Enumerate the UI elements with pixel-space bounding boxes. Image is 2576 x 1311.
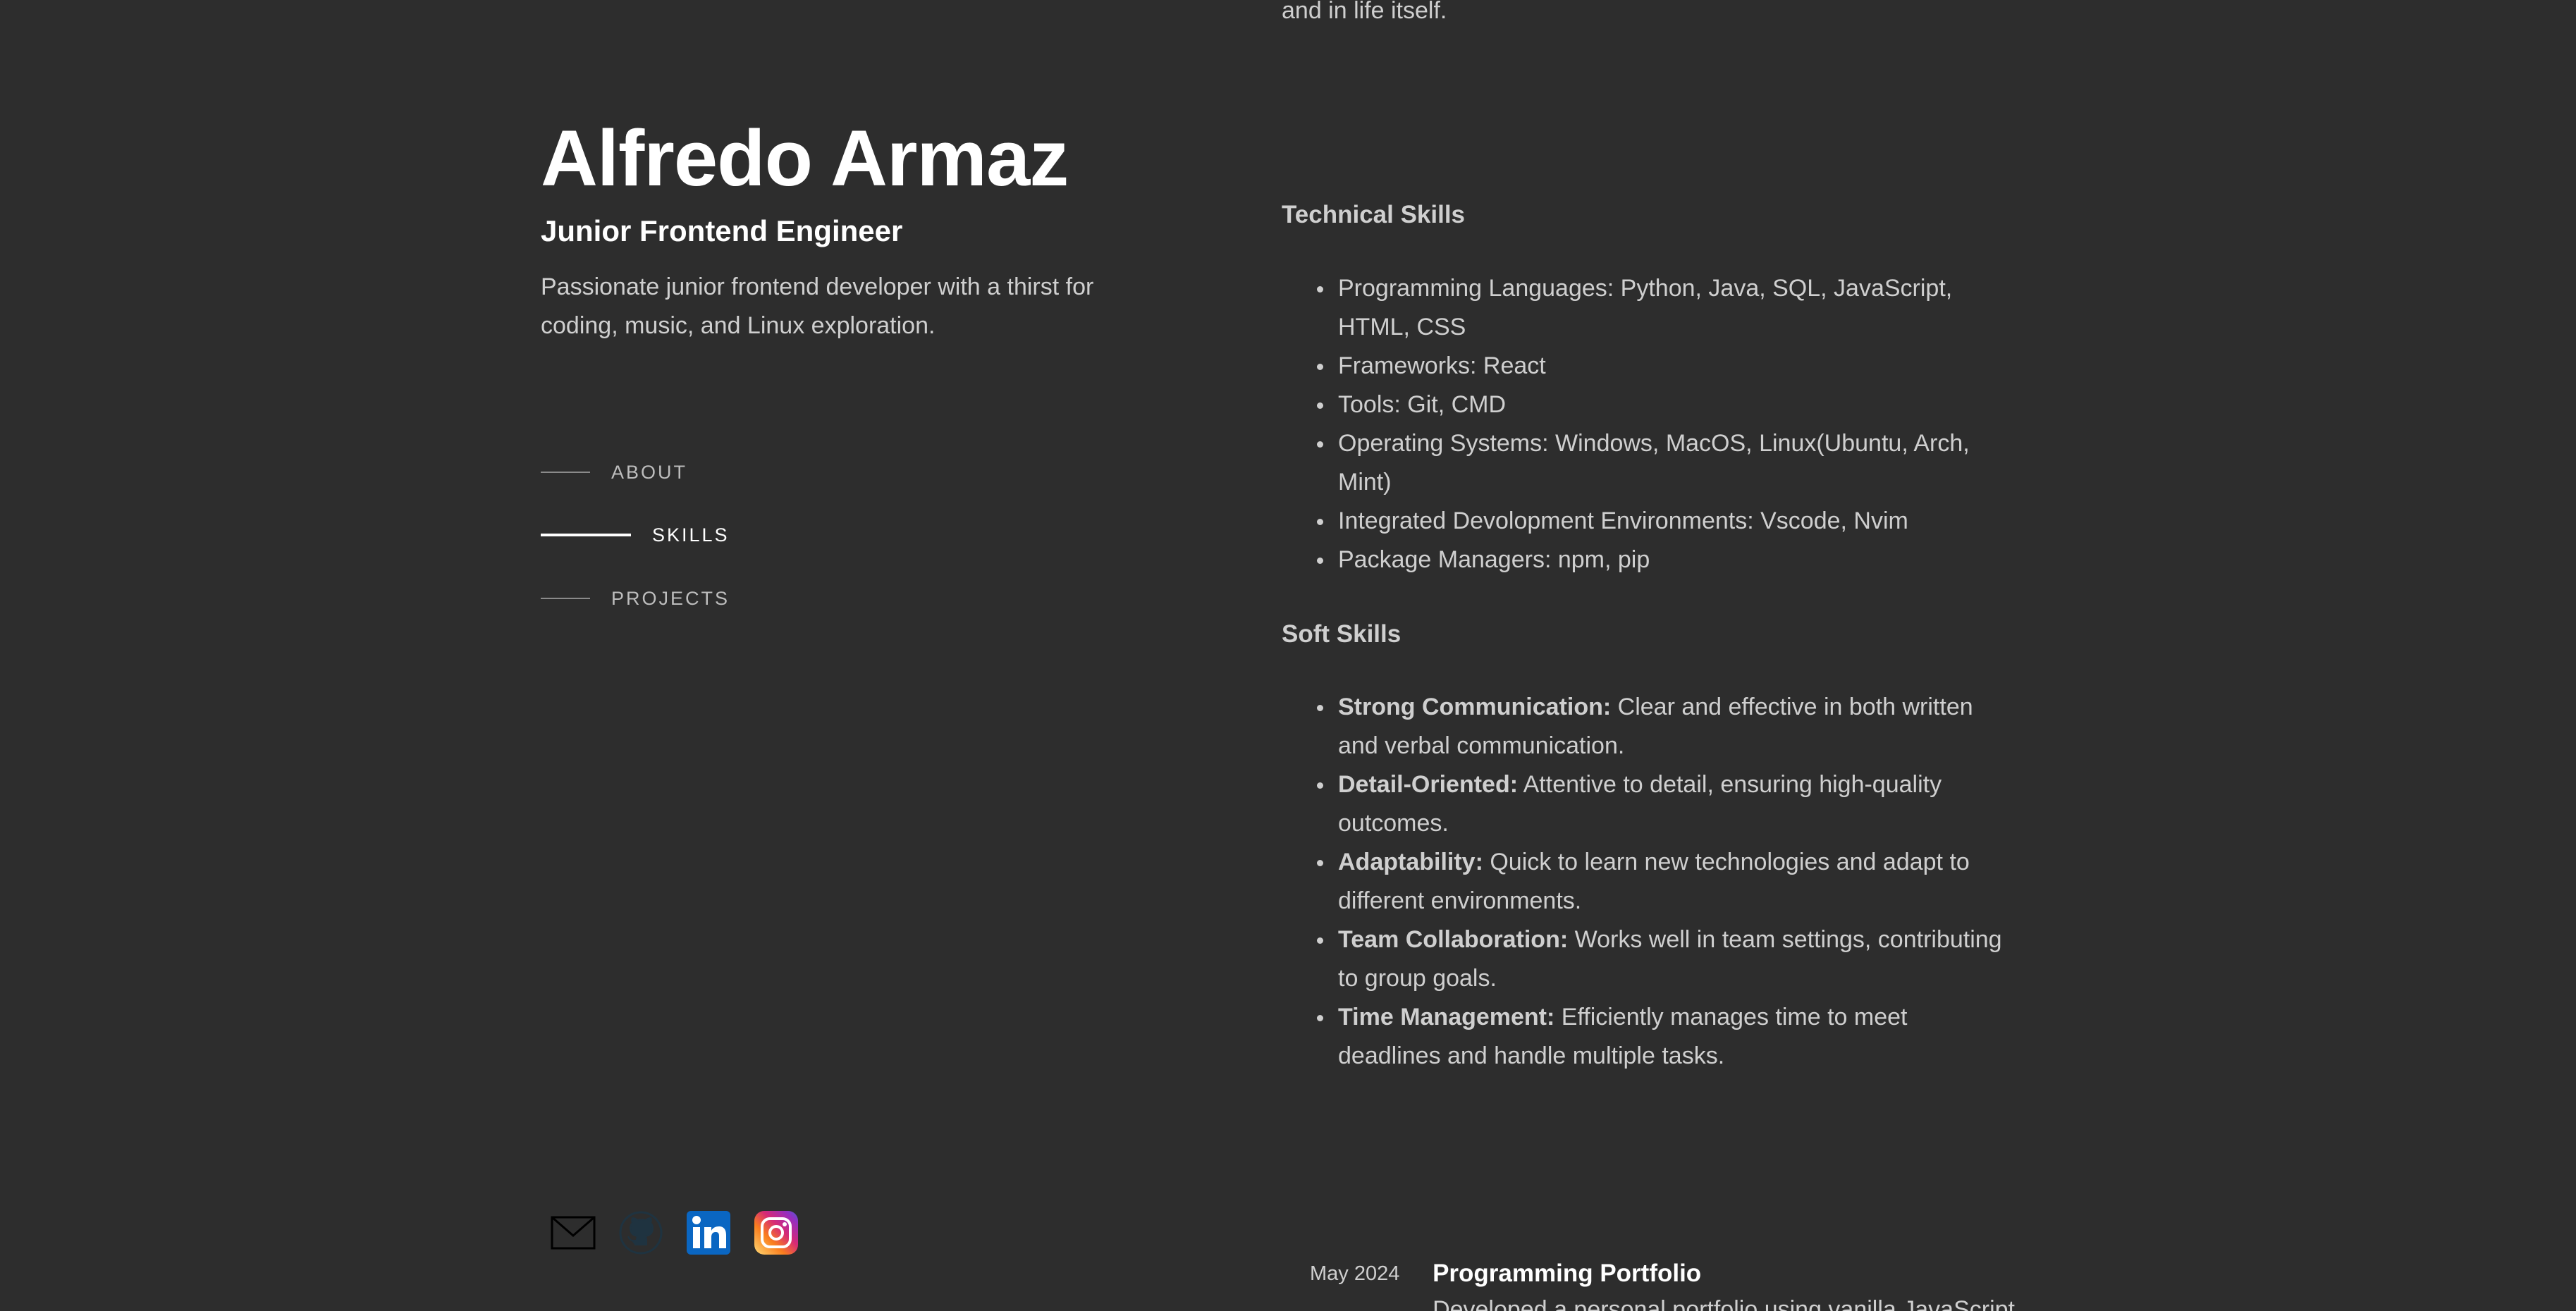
soft-skill-label: Team Collaboration: xyxy=(1338,926,1569,953)
project-card[interactable]: May 2024 Programming Portfolio Developed… xyxy=(1310,1257,2015,1311)
project-description: Developed a personal portfolio using van… xyxy=(1433,1296,2015,1311)
list-item: Package Managers: npm, pip xyxy=(1282,541,2015,579)
nav-item-label: ABOUT xyxy=(611,461,688,483)
social-links xyxy=(551,1210,821,1255)
about-text-tail: and in life itself. xyxy=(1282,0,1447,24)
nav-indicator-line xyxy=(541,598,590,599)
project-body: Programming Portfolio Developed a person… xyxy=(1433,1257,2015,1311)
soft-skills-title: Soft Skills xyxy=(1282,620,1402,648)
list-item: Strong Communication: Clear and effectiv… xyxy=(1282,688,2015,765)
soft-skill-label: Time Management: xyxy=(1338,1004,1555,1030)
project-title[interactable]: Programming Portfolio xyxy=(1433,1257,2015,1291)
list-item: Time Management: Efficiently manages tim… xyxy=(1282,998,2015,1076)
list-item: Detail-Oriented: Attentive to detail, en… xyxy=(1282,765,2015,843)
soft-skills-list: Strong Communication: Clear and effectiv… xyxy=(1282,688,2015,1076)
project-date: May 2024 xyxy=(1310,1262,1400,1285)
technical-skills-title: Technical Skills xyxy=(1282,201,1466,228)
list-item: Tools: Git, CMD xyxy=(1282,386,2015,424)
list-item: Integrated Devolopment Environments: Vsc… xyxy=(1282,502,2015,541)
mail-icon[interactable] xyxy=(551,1210,596,1255)
list-item: Operating Systems: Windows, MacOS, Linux… xyxy=(1282,424,2015,502)
list-item: Programming Languages: Python, Java, SQL… xyxy=(1282,269,2015,347)
nav-item-about[interactable]: ABOUT xyxy=(541,458,687,486)
soft-skill-label: Adaptability: xyxy=(1338,849,1483,875)
github-icon[interactable] xyxy=(618,1210,663,1255)
nav-indicator-line xyxy=(541,534,631,536)
sidebar: Alfredo Armaz Junior Frontend Engineer P… xyxy=(541,0,1175,1311)
main-content: and in life itself. Technical Skills Pro… xyxy=(1282,0,2015,1311)
technical-skills-list: Programming Languages: Python, Java, SQL… xyxy=(1282,269,2015,579)
portfolio-page: Alfredo Armaz Junior Frontend Engineer P… xyxy=(0,0,2576,1311)
list-item: Frameworks: React xyxy=(1282,347,2015,386)
profile-tagline: Passionate junior frontend developer wit… xyxy=(541,273,1094,339)
profile-name: Alfredo Armaz xyxy=(541,114,1069,202)
list-item: Adaptability: Quick to learn new technol… xyxy=(1282,843,2015,921)
soft-skill-label: Detail-Oriented: xyxy=(1338,771,1519,798)
nav-item-projects[interactable]: PROJECTS xyxy=(541,584,730,613)
nav-item-label: SKILLS xyxy=(652,524,730,546)
nav-item-skills[interactable]: SKILLS xyxy=(541,521,730,549)
soft-skill-label: Strong Communication: xyxy=(1338,694,1612,720)
instagram-icon[interactable] xyxy=(754,1210,799,1255)
linkedin-icon[interactable] xyxy=(686,1210,731,1255)
nav-indicator-line xyxy=(541,472,590,473)
profile-role: Junior Frontend Engineer xyxy=(541,214,903,247)
nav-item-label: PROJECTS xyxy=(611,587,730,609)
list-item: Team Collaboration: Works well in team s… xyxy=(1282,921,2015,998)
